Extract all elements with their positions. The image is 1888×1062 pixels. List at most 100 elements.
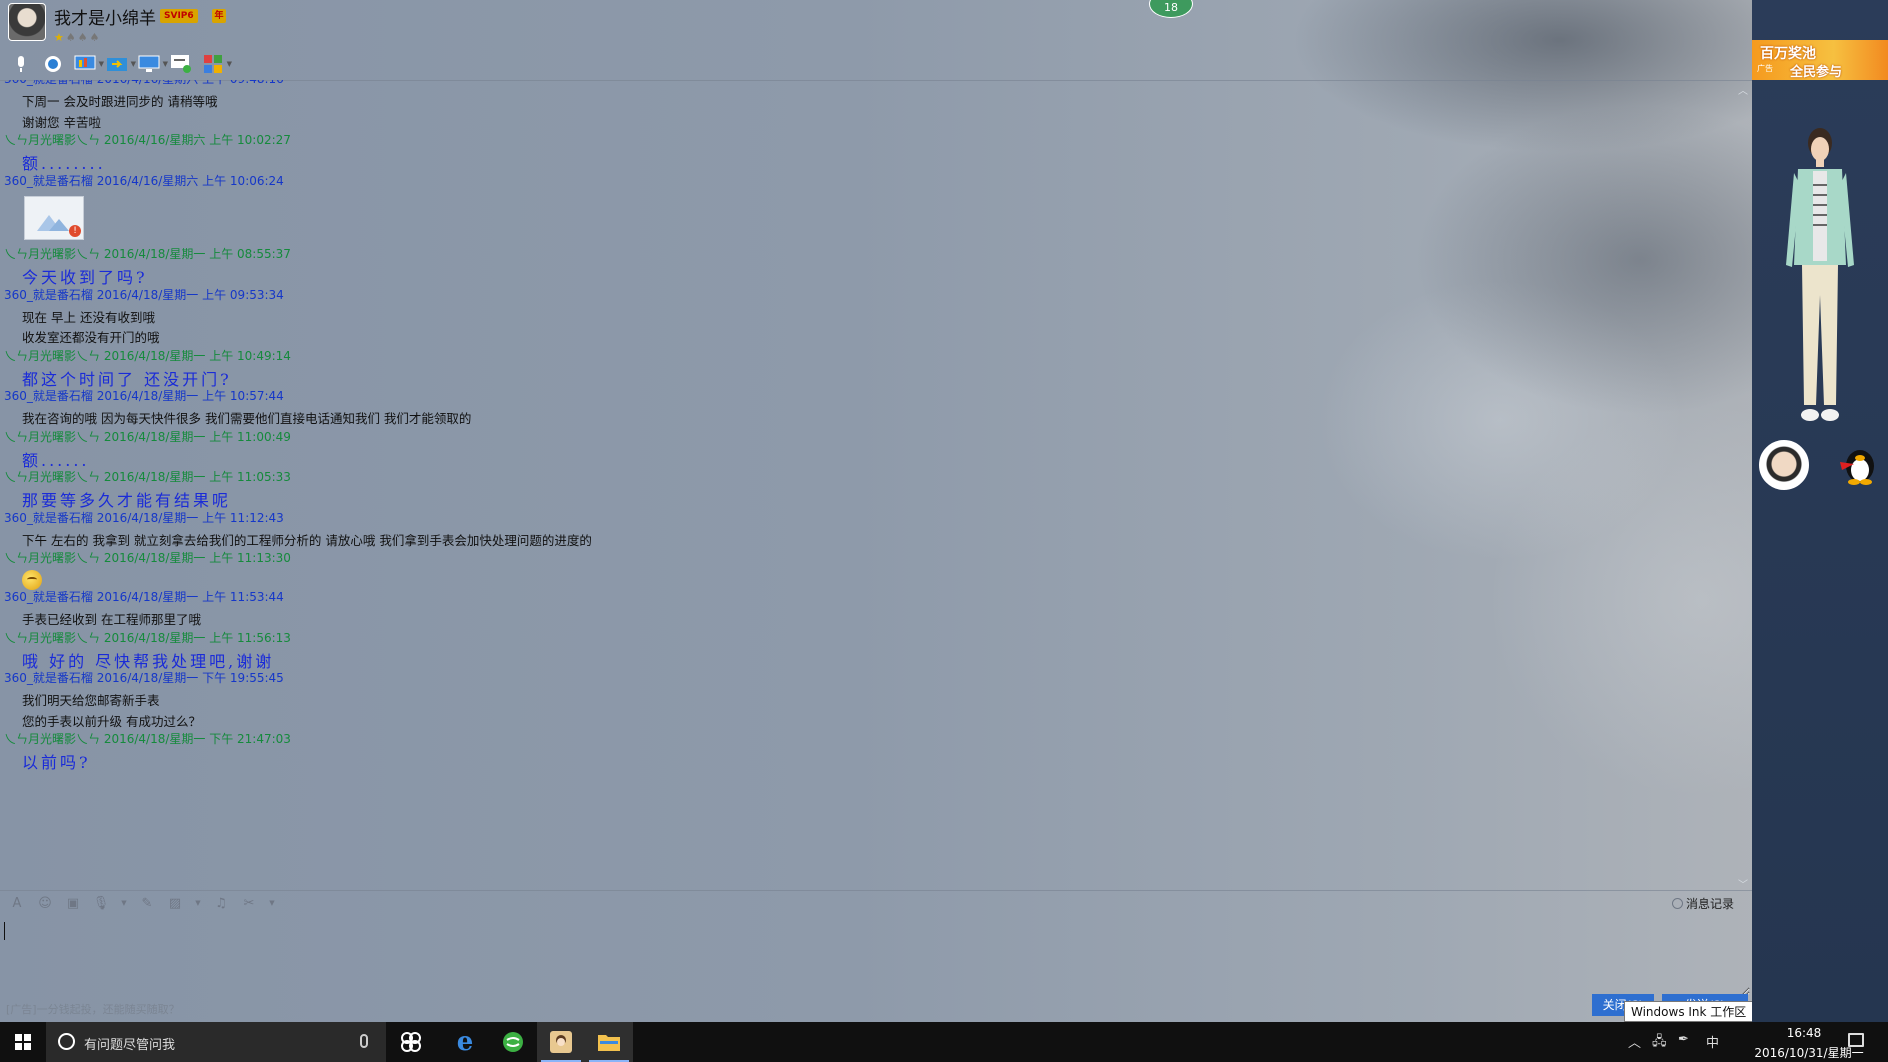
taskbar-edge[interactable]: e (441, 1022, 489, 1062)
message-list[interactable]: 360_就是番石榴 2016/4/16/星期六 上午 09:48:16 下周一 会… (0, 80, 1752, 888)
my-avatar[interactable] (1759, 440, 1809, 490)
music-icon[interactable]: ♫ (212, 896, 230, 911)
search-placeholder[interactable]: 有问题尽管问我 (84, 1034, 175, 1053)
message-text: 下周一 会及时跟进同步的 请稍等哦 (22, 94, 218, 109)
notification-bubble[interactable]: 18 (1149, 0, 1193, 18)
picture-icon[interactable]: ▨ (166, 896, 184, 911)
sender-line-customer[interactable]: 乀ㄣ月光曙影乀ㄣ 2016/4/18/星期一 上午 11:56:13 (4, 629, 291, 646)
taskbar-task-view[interactable] (387, 1022, 435, 1062)
year-badge[interactable]: 年 (212, 9, 226, 23)
edit-icon[interactable]: ✎ (138, 896, 156, 911)
sender-line-customer[interactable]: 乀ㄣ月光曙影乀ㄣ 2016/4/18/星期一 上午 10:49:14 (4, 347, 291, 364)
chevron-down-icon[interactable]: ▼ (268, 899, 276, 907)
magic-expression-icon[interactable]: ▣ (64, 896, 82, 911)
network-icon[interactable]: 🖧 (1652, 1032, 1667, 1054)
message-history-link[interactable]: 消息记录 (1672, 895, 1734, 912)
scissors-icon[interactable]: ✂ (240, 896, 258, 911)
sender-line-customer[interactable]: 乀ㄣ月光曙影乀ㄣ 2016/4/16/星期六 上午 10:02:27 (4, 131, 291, 148)
message-handwriting-text: 额........ (22, 154, 106, 173)
start-button[interactable] (0, 1022, 46, 1062)
sender-line-agent[interactable]: 360_就是番石榴 2016/4/18/星期一 上午 11:53:44 (4, 588, 284, 605)
mountain-icon (49, 218, 69, 231)
sender-line-agent[interactable]: 360_就是番石榴 2016/4/16/星期六 上午 10:06:24 (4, 172, 284, 189)
microphone-icon[interactable] (360, 1034, 368, 1048)
taskbar-360-browser[interactable] (489, 1022, 537, 1062)
create-discussion-button[interactable] (168, 53, 194, 75)
ad-text-link[interactable]: [广告]一分钱起投，还能随买随取？ (6, 1001, 180, 1017)
clock-icon (1672, 898, 1683, 909)
message-handwriting-text: 以前吗? (22, 753, 91, 772)
sender-line-customer[interactable]: 乀ㄣ月光曙影乀ㄣ 2016/4/18/星期一 上午 11:13:30 (4, 549, 291, 566)
contact-name[interactable]: 我才是小绵羊 (54, 4, 156, 29)
voice-call-button[interactable] (8, 53, 34, 75)
vip-badge[interactable]: SVIP6 (160, 9, 198, 23)
camera-icon (45, 56, 61, 72)
font-icon[interactable]: A (8, 896, 26, 911)
message-text: 手表已经收到 在工程师那里了哦 (22, 612, 201, 627)
apps-button[interactable]: ▼ (200, 53, 232, 75)
video-call-button[interactable] (40, 53, 66, 75)
folder-arrow-icon (107, 58, 127, 71)
pen-ink-icon[interactable]: ✒ (1678, 1032, 1689, 1047)
microphone-icon (18, 56, 24, 72)
input-divider (0, 890, 1752, 891)
sender-line-agent[interactable]: 360_就是番石榴 2016/4/18/星期一 上午 10:57:44 (4, 387, 284, 404)
sender-line-agent[interactable]: 360_就是番石榴 2016/4/16/星期六 上午 09:48:16 (4, 80, 284, 87)
chevron-down-icon[interactable]: ▼ (120, 899, 128, 907)
sender-line-agent[interactable]: 360_就是番石榴 2016/4/18/星期一 上午 11:12:43 (4, 509, 284, 526)
windows-logo-icon (15, 1034, 31, 1050)
failed-image-icon[interactable]: ! (24, 195, 84, 240)
message-text: 下午 左右的 我拿到 就立刻拿去给我们的工程师分析的 请放心哦 我们拿到手表会加… (22, 532, 592, 548)
ad-banner-line1[interactable]: 百万奖池 (1760, 43, 1816, 63)
message-text: 现在 早上 还没有收到哦 (22, 309, 155, 325)
send-file-button[interactable]: ▼ (104, 53, 136, 75)
ime-indicator[interactable]: 中 (1706, 1032, 1719, 1051)
taskbar-file-explorer[interactable] (585, 1022, 633, 1062)
action-center-icon[interactable] (1848, 1033, 1864, 1047)
chat-add-icon (171, 55, 191, 73)
input-toolbar: A ☺ ▣ 🎙 ▼ ✎ ▨ ▼ ♫ ✂ ▼ (8, 894, 276, 912)
message-handwriting-text: 那要等多久才能有结果呢 (22, 491, 232, 510)
history-label: 消息记录 (1686, 897, 1735, 911)
text-caret (4, 922, 5, 940)
apps-grid-icon (204, 55, 222, 73)
chat-toolbar: ▼ ▼ ▼ ▼ (8, 52, 232, 76)
remote-desktop-button[interactable]: ▼ (72, 53, 104, 75)
sender-line-customer[interactable]: 乀ㄣ月光曙影乀ㄣ 2016/4/18/星期一 下午 21:47:03 (4, 730, 291, 747)
chevron-down-icon[interactable]: ▼ (227, 60, 232, 68)
scroll-down-icon[interactable]: ﹀ (1738, 876, 1748, 891)
sender-line-customer[interactable]: 乀ㄣ月光曙影乀ㄣ 2016/4/18/星期一 上午 11:00:49 (4, 428, 291, 445)
chevron-down-icon[interactable]: ▼ (194, 899, 202, 907)
qq-show-figure[interactable] (1780, 125, 1860, 430)
level-icons[interactable]: ★♠♠♠ (54, 31, 101, 44)
message-handwriting-text: 今天收到了吗? (22, 268, 148, 287)
ad-banner-line2[interactable]: 全民参与 (1790, 61, 1842, 80)
task-view-icon (401, 1032, 421, 1052)
message-handwriting-text: 哦 好的 尽快帮我处理吧,谢谢 (22, 651, 275, 671)
message-text: 您的手表以前升级 有成功过么？ (22, 713, 201, 729)
screen-capture-button[interactable]: ▼ (136, 53, 168, 75)
scroll-up-icon[interactable]: ︿ (1738, 82, 1748, 97)
tray-overflow-icon[interactable]: ︿ (1628, 1032, 1641, 1051)
message-input[interactable] (0, 916, 1750, 996)
error-icon: ! (69, 224, 81, 237)
edge-icon: e (456, 1027, 474, 1057)
sender-line-customer[interactable]: 乀ㄣ月光曙影乀ㄣ 2016/4/18/星期一 上午 11:05:33 (4, 468, 291, 485)
chat-header: 我才是小绵羊 SVIP6 年 ★♠♠♠ ▼ ▼ ▼ ▼ 18 ▾ (0, 0, 1881, 80)
message-text: 谢谢您 辛苦啦 (22, 114, 101, 130)
message-text: 我在咨询的哦 因为每天快件很多 我们需要他们直接电话通知我们 我们才能领取的 (22, 411, 472, 426)
qq-penguin-icon[interactable] (1834, 444, 1882, 486)
taskbar-qq-chat[interactable] (537, 1022, 585, 1062)
sender-line-agent[interactable]: 360_就是番石榴 2016/4/18/星期一 上午 09:53:34 (4, 286, 284, 303)
browser-360-icon (503, 1032, 523, 1052)
contact-avatar[interactable] (8, 3, 46, 41)
voice-message-icon[interactable]: 🎙 (92, 896, 110, 911)
clock-time[interactable]: 16:48 (1764, 1026, 1844, 1040)
emoji-face-icon[interactable] (22, 570, 42, 590)
sender-line-customer[interactable]: 乀ㄣ月光曙影乀ㄣ 2016/4/18/星期一 上午 08:55:37 (4, 245, 291, 262)
emoji-icon[interactable]: ☺ (36, 896, 54, 911)
sender-line-agent[interactable]: 360_就是番石榴 2016/4/18/星期一 下午 19:55:45 (4, 669, 284, 686)
folder-icon (598, 1035, 620, 1051)
chat-avatar-icon (550, 1031, 572, 1053)
ad-banner-tag: 广告 (1757, 64, 1773, 73)
